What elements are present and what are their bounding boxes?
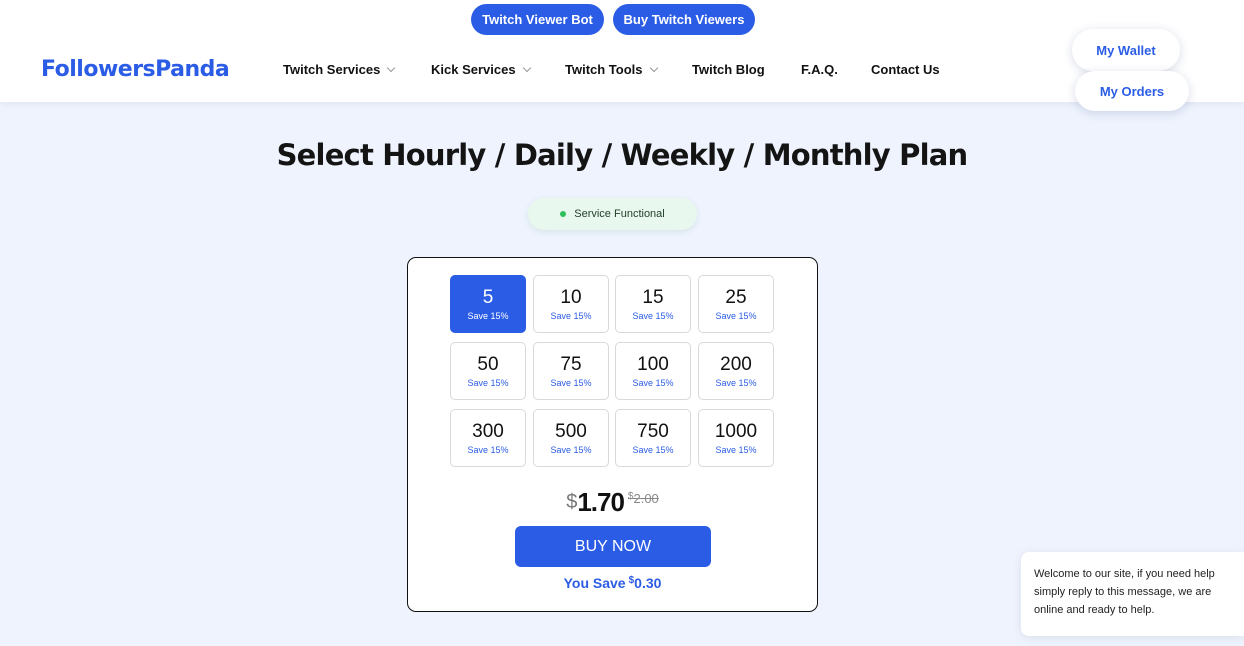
quantity-option[interactable]: 50 Save 15%: [450, 342, 526, 400]
my-wallet-button[interactable]: My Wallet: [1072, 29, 1180, 71]
option-quantity: 200: [720, 353, 752, 375]
option-save-label: Save 15%: [632, 377, 674, 388]
quantity-option[interactable]: 5 Save 15%: [450, 275, 526, 333]
status-badge: Service Functional: [528, 198, 697, 230]
chevron-down-icon: [649, 63, 658, 72]
option-save-label: Save 15%: [632, 310, 674, 321]
nav-label: F.A.Q.: [801, 62, 838, 77]
nav-twitch-tools[interactable]: Twitch Tools: [565, 62, 658, 77]
buy-twitch-viewers-link[interactable]: Buy Twitch Viewers: [613, 4, 755, 35]
quantity-option[interactable]: 15 Save 15%: [615, 275, 691, 333]
quantity-option[interactable]: 500 Save 15%: [533, 409, 609, 467]
quantity-option[interactable]: 10 Save 15%: [533, 275, 609, 333]
original-price: $2.00: [628, 491, 659, 506]
old-price-value: 2.00: [633, 491, 659, 506]
chat-widget-message[interactable]: Welcome to our site, if you need help si…: [1021, 552, 1244, 636]
option-save-label: Save 15%: [550, 377, 592, 388]
you-save-text: You Save $0.30: [408, 575, 817, 591]
site-header: Twitch Viewer Bot Buy Twitch Viewers Fol…: [0, 0, 1244, 111]
status-dot-icon: [560, 211, 567, 217]
nav-twitch-blog[interactable]: Twitch Blog: [692, 62, 765, 77]
my-orders-button[interactable]: My Orders: [1075, 71, 1189, 111]
buy-now-button[interactable]: BUY NOW: [515, 526, 711, 567]
quantity-option[interactable]: 750 Save 15%: [615, 409, 691, 467]
option-quantity: 25: [725, 286, 747, 308]
option-save-label: Save 15%: [715, 310, 757, 321]
chevron-down-icon: [387, 63, 396, 72]
currency-symbol: $: [566, 491, 578, 513]
quantity-option[interactable]: 100 Save 15%: [615, 342, 691, 400]
quantity-option[interactable]: 200 Save 15%: [698, 342, 774, 400]
site-logo[interactable]: FollowersPanda: [41, 57, 230, 82]
option-quantity: 500: [555, 420, 587, 442]
nav-label: Twitch Blog: [692, 62, 765, 77]
nav-contact-us[interactable]: Contact Us: [871, 62, 940, 77]
option-quantity: 1000: [714, 420, 758, 442]
quantity-option[interactable]: 25 Save 15%: [698, 275, 774, 333]
status-text: Service Functional: [574, 208, 665, 220]
option-quantity: 5: [482, 286, 494, 308]
option-quantity: 15: [642, 286, 664, 308]
option-quantity: 750: [637, 420, 669, 442]
nav-label: Twitch Tools: [565, 62, 643, 77]
quantity-option[interactable]: 300 Save 15%: [450, 409, 526, 467]
option-quantity: 10: [560, 286, 582, 308]
quantity-option[interactable]: 1000 Save 15%: [698, 409, 774, 467]
option-quantity: 50: [477, 353, 499, 375]
nav-label: Twitch Services: [283, 62, 381, 77]
option-quantity: 300: [472, 420, 504, 442]
you-save-amount: 0.30: [634, 575, 662, 591]
plan-card: 5 Save 15% 10 Save 15% 15 Save 15% 25 Sa…: [407, 257, 818, 612]
option-quantity: 100: [637, 353, 669, 375]
nav-label: Kick Services: [431, 62, 516, 77]
price-display: $ 1.70 $2.00: [408, 487, 817, 518]
option-save-label: Save 15%: [715, 377, 757, 388]
option-save-label: Save 15%: [467, 377, 509, 388]
current-price: 1.70: [577, 487, 625, 517]
option-save-label: Save 15%: [467, 444, 509, 455]
option-save-label: Save 15%: [632, 444, 674, 455]
option-quantity: 75: [560, 353, 582, 375]
option-save-label: Save 15%: [467, 310, 509, 321]
nav-kick-services[interactable]: Kick Services: [431, 62, 531, 77]
option-save-label: Save 15%: [715, 444, 757, 455]
you-save-label: You Save: [563, 575, 626, 591]
nav-twitch-services[interactable]: Twitch Services: [283, 62, 396, 77]
nav-label: Contact Us: [871, 62, 940, 77]
twitch-viewer-bot-link[interactable]: Twitch Viewer Bot: [471, 4, 604, 35]
page-title: Select Hourly / Daily / Weekly / Monthly…: [276, 138, 969, 172]
nav-faq[interactable]: F.A.Q.: [801, 62, 838, 77]
option-save-label: Save 15%: [550, 310, 592, 321]
option-save-label: Save 15%: [550, 444, 592, 455]
chevron-down-icon: [522, 63, 531, 72]
quantity-option[interactable]: 75 Save 15%: [533, 342, 609, 400]
